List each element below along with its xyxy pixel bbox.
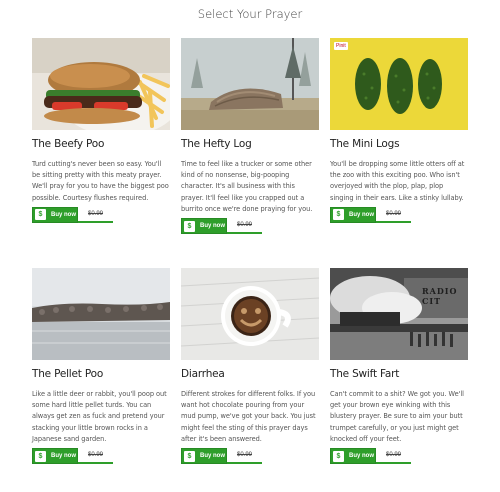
product-title[interactable]: The Beefy Poo <box>32 138 170 150</box>
steam-train-photo[interactable]: RADIO CIT <box>330 268 468 360</box>
product-card: Pinit The Mini Logs You'll be dropping s… <box>330 38 468 223</box>
purchase-row: $ Buy now $0.99 <box>181 448 319 465</box>
dollar-icon: $ <box>184 220 195 232</box>
purchase-row: $ Buy now $0.99 <box>181 218 319 235</box>
burger-photo[interactable] <box>32 38 170 130</box>
coffee-cup-photo[interactable] <box>181 268 319 360</box>
buy-now-label: Buy now <box>349 453 374 460</box>
purchase-row: $ Buy now $0.99 <box>330 448 468 465</box>
product-description: Different strokes for different folks. I… <box>181 390 316 443</box>
pinit-badge[interactable]: Pinit <box>334 42 348 50</box>
price-label: $0.99 <box>376 207 411 223</box>
price-label: $0.99 <box>78 207 113 223</box>
product-description: Like a little deer or rabbit, you'll poo… <box>32 390 167 443</box>
pickles-photo[interactable]: Pinit <box>330 38 468 130</box>
product-card: RADIO CIT The Swift Fart Can't commit to… <box>330 268 468 465</box>
buy-now-label: Buy now <box>51 453 76 460</box>
dollar-icon: $ <box>333 450 344 462</box>
dollar-icon: $ <box>333 209 344 221</box>
product-title[interactable]: The Swift Fart <box>330 368 468 380</box>
buy-now-button[interactable]: $ Buy now <box>330 448 376 465</box>
purchase-row: $ Buy now $0.99 <box>32 448 170 465</box>
buy-now-button[interactable]: $ Buy now <box>32 448 78 465</box>
product-description: Can't commit to a shit? We got you. We'l… <box>330 390 464 443</box>
product-title[interactable]: Diarrhea <box>181 368 319 380</box>
product-description: Turd cutting's never been so easy. You'l… <box>32 160 169 202</box>
buy-now-button[interactable]: $ Buy now <box>181 448 227 465</box>
price-label: $0.99 <box>376 448 411 465</box>
product-card: The Beefy Poo Turd cutting's never been … <box>32 38 170 223</box>
product-title[interactable]: The Pellet Poo <box>32 368 170 380</box>
log-pile-photo[interactable] <box>181 38 319 130</box>
buy-now-button[interactable]: $ Buy now <box>330 206 376 223</box>
page-title: Select Your Prayer <box>197 7 303 21</box>
price-label: $0.99 <box>227 448 262 465</box>
buy-now-label: Buy now <box>200 223 225 230</box>
product-card: The Hefty Log Time to feel like a trucke… <box>181 38 319 235</box>
product-title[interactable]: The Hefty Log <box>181 138 319 150</box>
dollar-icon: $ <box>35 209 46 221</box>
price-label: $0.99 <box>227 218 262 235</box>
buy-now-button[interactable]: $ Buy now <box>181 218 227 235</box>
buy-now-label: Buy now <box>200 453 225 460</box>
product-description: Time to feel like a trucker or some othe… <box>181 160 313 213</box>
product-title[interactable]: The Mini Logs <box>330 138 468 150</box>
price-label: $0.99 <box>78 448 113 465</box>
dollar-icon: $ <box>184 450 195 462</box>
product-card: The Pellet Poo Like a little deer or rab… <box>32 268 170 465</box>
buy-now-label: Buy now <box>51 211 76 218</box>
product-card: Diarrhea Different strokes for different… <box>181 268 319 465</box>
dollar-icon: $ <box>35 450 46 462</box>
purchase-row: $ Buy now $0.99 <box>330 206 468 223</box>
buy-now-button[interactable]: $ Buy now <box>32 206 78 223</box>
radio-city-sign: RADIO CIT <box>422 286 458 306</box>
buy-now-label: Buy now <box>349 211 374 218</box>
purchase-row: $ Buy now $0.99 <box>32 206 170 223</box>
pebble-breakwater-photo[interactable] <box>32 268 170 360</box>
product-description: You'll be dropping some little otters of… <box>330 160 465 202</box>
